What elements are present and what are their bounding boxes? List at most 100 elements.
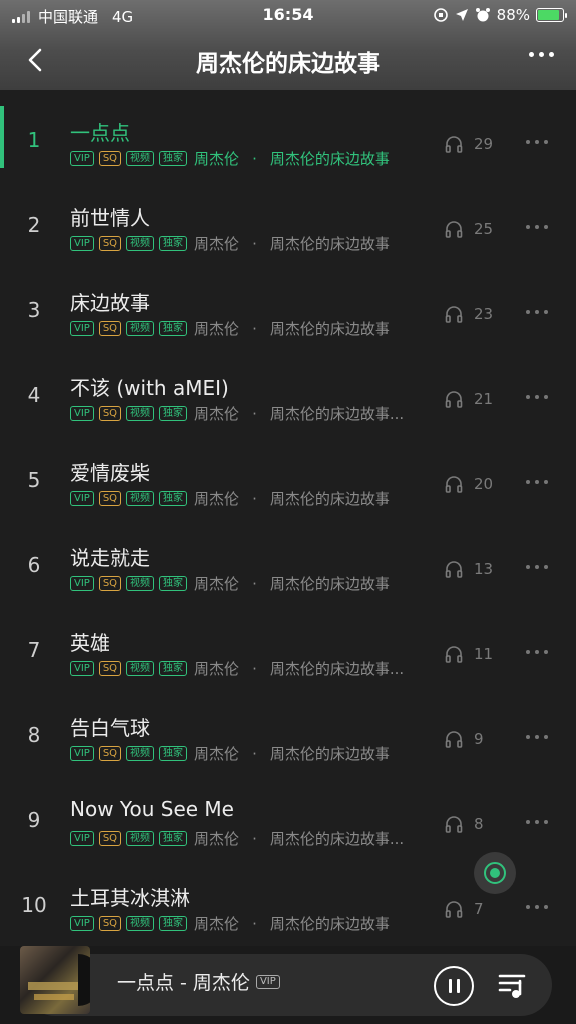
song-album: 周杰伦的床边故事: [269, 320, 390, 338]
headphones-icon: [445, 221, 463, 238]
song-more-button[interactable]: [526, 905, 548, 909]
listen-count: 21: [444, 389, 493, 409]
exclusive-badge: 独家: [159, 151, 188, 166]
pause-button[interactable]: [434, 966, 474, 1006]
meta-separator: ·: [252, 319, 257, 338]
song-title: 爱情废柴: [70, 461, 150, 485]
song-more-button[interactable]: [526, 480, 548, 484]
exclusive-badge: 独家: [159, 746, 188, 761]
exclusive-badge: 独家: [159, 321, 188, 336]
listen-count: 9: [444, 729, 484, 749]
song-meta: VIP SQ 视频 独家 周杰伦 · 周杰伦的床边故事: [70, 913, 430, 934]
song-index: 9: [27, 808, 41, 832]
listen-count-value: 23: [474, 305, 494, 323]
song-row[interactable]: 4 不该 (with aMEI) VIP SQ 视频 独家 周杰伦 · 周杰伦的…: [0, 345, 576, 430]
song-row[interactable]: 5 爱情废柴 VIP SQ 视频 独家 周杰伦 · 周杰伦的床边故事 20: [0, 430, 576, 515]
song-row[interactable]: 1 一点点 VIP SQ 视频 独家 周杰伦 · 周杰伦的床边故事 29: [0, 90, 576, 175]
song-more-button[interactable]: [526, 820, 548, 824]
song-row[interactable]: 7 英雄 VIP SQ 视频 独家 周杰伦 · 周杰伦的床边故事... 11: [0, 600, 576, 685]
song-album: 周杰伦的床边故事: [269, 235, 390, 253]
song-title: 一点点: [70, 121, 130, 145]
song-index: 10: [21, 893, 47, 917]
meta-separator: ·: [252, 234, 257, 253]
headphones-icon: [445, 306, 463, 323]
song-meta: VIP SQ 视频 独家 周杰伦 · 周杰伦的床边故事: [70, 743, 430, 764]
headphones-icon: [445, 901, 463, 918]
sq-badge: SQ: [98, 746, 122, 761]
listen-count-value: 8: [474, 815, 484, 833]
song-more-button[interactable]: [526, 395, 548, 399]
floating-record-button[interactable]: [474, 852, 516, 894]
song-meta: VIP SQ 视频 独家 周杰伦 · 周杰伦的床边故事: [70, 148, 430, 169]
song-album: 周杰伦的床边故事: [269, 745, 390, 763]
song-more-button[interactable]: [526, 310, 548, 314]
meta-separator: ·: [252, 659, 257, 678]
listen-count: 20: [444, 474, 493, 494]
video-badge: 视频: [126, 576, 155, 591]
sq-badge: SQ: [98, 151, 122, 166]
song-index: 8: [27, 723, 41, 747]
location-icon: [455, 9, 468, 21]
headphones-icon: [445, 136, 463, 153]
now-playing: 一点点 - 周杰伦 VIP: [117, 968, 280, 995]
exclusive-badge: 独家: [159, 406, 188, 421]
song-index: 1: [27, 128, 41, 152]
listen-count: 23: [444, 304, 493, 324]
song-meta: VIP SQ 视频 独家 周杰伦 · 周杰伦的床边故事: [70, 573, 430, 594]
song-row[interactable]: 9 Now You See Me VIP SQ 视频 独家 周杰伦 · 周杰伦的…: [0, 770, 576, 855]
now-playing-vip-badge: VIP: [255, 974, 280, 989]
playlist-icon[interactable]: [496, 968, 530, 1002]
song-index: 7: [27, 638, 41, 662]
meta-separator: ·: [252, 574, 257, 593]
listen-count: 7: [444, 899, 484, 919]
exclusive-badge: 独家: [159, 831, 188, 846]
song-meta: VIP SQ 视频 独家 周杰伦 · 周杰伦的床边故事...: [70, 403, 430, 424]
song-more-button[interactable]: [526, 735, 548, 739]
song-album: 周杰伦的床边故事: [269, 575, 390, 593]
song-index: 6: [27, 553, 41, 577]
listen-count-value: 25: [474, 220, 494, 238]
song-row[interactable]: 2 前世情人 VIP SQ 视频 独家 周杰伦 · 周杰伦的床边故事 25: [0, 175, 576, 260]
song-row[interactable]: 8 告白气球 VIP SQ 视频 独家 周杰伦 · 周杰伦的床边故事 9: [0, 685, 576, 770]
song-album: 周杰伦的床边故事: [269, 490, 390, 508]
headphones-icon: [445, 391, 463, 408]
album-cover[interactable]: [20, 946, 90, 1014]
song-more-button[interactable]: [526, 650, 548, 654]
vip-badge: VIP: [70, 236, 94, 251]
video-badge: 视频: [126, 151, 155, 166]
listen-count-value: 21: [474, 390, 494, 408]
video-badge: 视频: [126, 406, 155, 421]
sq-badge: SQ: [98, 321, 122, 336]
song-artist: 周杰伦: [194, 575, 240, 593]
song-title: 床边故事: [70, 291, 150, 315]
video-badge: 视频: [126, 916, 155, 931]
exclusive-badge: 独家: [159, 576, 188, 591]
song-artist: 周杰伦: [194, 660, 240, 678]
meta-separator: ·: [252, 489, 257, 508]
mini-player: 一点点 - 周杰伦 VIP: [0, 946, 576, 1024]
song-more-button[interactable]: [526, 140, 548, 144]
meta-separator: ·: [252, 149, 257, 168]
listen-count-value: 29: [474, 135, 494, 153]
listen-count-value: 11: [474, 645, 494, 663]
song-more-button[interactable]: [526, 225, 548, 229]
video-badge: 视频: [126, 661, 155, 676]
more-options-button[interactable]: [529, 52, 554, 57]
song-meta: VIP SQ 视频 独家 周杰伦 · 周杰伦的床边故事...: [70, 828, 430, 849]
orientation-lock-icon: [433, 8, 448, 22]
vip-badge: VIP: [70, 321, 94, 336]
vip-badge: VIP: [70, 151, 94, 166]
listen-count-value: 9: [474, 730, 484, 748]
song-more-button[interactable]: [526, 565, 548, 569]
song-list: 1 一点点 VIP SQ 视频 独家 周杰伦 · 周杰伦的床边故事 29 2 前…: [0, 90, 576, 940]
song-album: 周杰伦的床边故事...: [269, 660, 405, 678]
nav-bar: 周杰伦的床边故事: [0, 38, 576, 80]
sq-badge: SQ: [98, 576, 122, 591]
song-meta: VIP SQ 视频 独家 周杰伦 · 周杰伦的床边故事: [70, 233, 430, 254]
song-index: 3: [27, 298, 41, 322]
song-album: 周杰伦的床边故事: [269, 915, 390, 933]
video-badge: 视频: [126, 491, 155, 506]
song-row[interactable]: 3 床边故事 VIP SQ 视频 独家 周杰伦 · 周杰伦的床边故事 23: [0, 260, 576, 345]
song-row[interactable]: 6 说走就走 VIP SQ 视频 独家 周杰伦 · 周杰伦的床边故事 13: [0, 515, 576, 600]
listen-count-value: 20: [474, 475, 494, 493]
